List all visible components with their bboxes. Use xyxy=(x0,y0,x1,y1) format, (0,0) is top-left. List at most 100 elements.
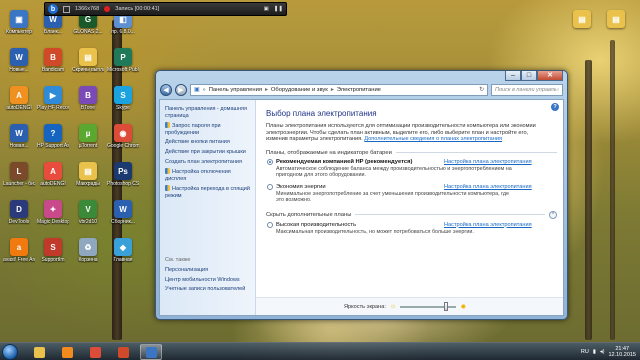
desktop-icon[interactable]: LLauncher - бизнесы xyxy=(3,162,35,200)
sidebar-link-display-off[interactable]: Настройка отключения дисплея xyxy=(165,168,250,182)
breadcrumb-item[interactable]: Панель управления xyxy=(209,87,262,93)
desktop-icon[interactable]: PMicrosoft Publisher xyxy=(107,48,139,86)
sidebar-link-home[interactable]: Панель управления - домашняя страница xyxy=(165,106,250,119)
sidebar-link-lid-close[interactable]: Действие при закрытии крышки xyxy=(165,149,250,156)
desktop-icon[interactable]: S Skype xyxy=(107,86,139,124)
hide-additional-plans-label[interactable]: Скрыть дополнительные планы xyxy=(266,212,351,218)
app-icon: ? xyxy=(44,124,62,142)
desktop-icon[interactable]: D DevTools xyxy=(3,200,35,238)
taskbar-app-bandicam[interactable] xyxy=(112,344,134,360)
desktop-icon[interactable]: aavast! Free Antivirus xyxy=(3,238,35,276)
plan-hp-recommended[interactable]: Рекомендуемая компанией HP (рекомендуетс… xyxy=(266,158,557,178)
record-indicator-icon[interactable] xyxy=(104,6,111,12)
power-plans-info-link[interactable]: Дополнительные сведения о планах электро… xyxy=(364,136,502,142)
close-button[interactable]: ✕ xyxy=(537,71,563,81)
address-bar[interactable]: ▣ » Панель управления ▸ Оборудование и з… xyxy=(190,84,488,96)
hide-additional-plans-header[interactable]: Скрыть дополнительные планы ⌃ xyxy=(266,210,557,219)
search-icon[interactable]: ⌕ xyxy=(556,87,559,94)
plan-power-saver[interactable]: Экономия энергии Настройка плана электро… xyxy=(266,184,557,203)
desktop-icon[interactable]: S SupportIm xyxy=(37,238,69,276)
desktop-icon[interactable]: ▤ Макхрады xyxy=(72,162,104,200)
see-also-personalization[interactable]: Персонализация xyxy=(165,267,251,274)
plan-radio[interactable] xyxy=(267,221,273,228)
desktop-icon-label: avast! Free Antivirus xyxy=(3,257,35,263)
desktop-icon[interactable]: ◆ Главная xyxy=(107,238,139,276)
clock[interactable]: 21:47 12.10.2015 xyxy=(608,346,636,359)
search-input[interactable]: Поиск в панели управления ⌕ xyxy=(491,84,563,96)
plan-description: Максимальная производительность, но може… xyxy=(276,228,474,235)
folder-icon: ▤ xyxy=(607,10,625,28)
desktop-icon[interactable]: Vvbr2d10 xyxy=(72,200,104,238)
control-panel-icon: ▣ xyxy=(194,87,200,93)
desktop-icon[interactable]: ◉ Google Chrome xyxy=(107,124,139,162)
desktop-icon[interactable]: W Новая... xyxy=(3,124,35,162)
breadcrumb-item[interactable]: Оборудование и звук xyxy=(271,87,328,93)
target-window-icon[interactable] xyxy=(63,5,70,13)
recorder-status: Запись [00:00:41] xyxy=(115,6,160,12)
desktop-icon[interactable]: PsPhotoshop CS 6 Ru xyxy=(107,162,139,200)
desktop-icon[interactable]: µ µTorrent xyxy=(72,124,104,162)
see-also-mobility-center[interactable]: Центр мобильности Windows xyxy=(165,277,251,284)
plan-high-performance[interactable]: Высокая производительность Настройка пла… xyxy=(266,221,557,235)
desktop-icon[interactable]: AautoDENGI xyxy=(37,162,69,200)
brightness-slider-thumb[interactable] xyxy=(444,301,449,311)
taskbar-app-media-player[interactable] xyxy=(56,344,78,360)
desktop-icon-label: Новые... xyxy=(9,67,29,73)
desktop-icon[interactable]: W Новые... xyxy=(3,48,35,86)
desktop-icon-label: autoDENGI xyxy=(40,181,66,187)
desktop-icon[interactable]: AautoDENGI xyxy=(3,86,35,124)
sidebar-link-power-button[interactable]: Действие кнопки питания xyxy=(165,139,250,146)
desktop-icon[interactable]: W Сборник... xyxy=(107,200,139,238)
minimize-button[interactable]: – xyxy=(505,71,521,81)
volume-icon[interactable]: ◂) xyxy=(600,349,605,355)
folder-icon: ▤ xyxy=(573,10,591,28)
plan-radio[interactable] xyxy=(267,184,273,191)
desktop-icon[interactable]: B Bandicam xyxy=(37,48,69,86)
network-icon[interactable]: ▮ xyxy=(593,349,596,355)
wallpaper-tree xyxy=(610,40,615,340)
desktop-icon-label: SupportIm xyxy=(41,257,65,263)
sidebar-link-create-plan[interactable]: Создать план электропитания xyxy=(165,159,250,166)
pause-icon[interactable]: ❚❚ xyxy=(274,6,283,12)
desktop-icon-topright[interactable]: ▤ xyxy=(600,10,632,48)
app-icon: L xyxy=(10,162,28,180)
desktop-icon[interactable]: ✦ Magic Desktop xyxy=(37,200,69,238)
desktop-icon[interactable]: ▣ Компьютер xyxy=(3,10,35,48)
start-button[interactable] xyxy=(2,344,18,360)
taskbar-app-chrome[interactable] xyxy=(84,344,106,360)
forward-button[interactable]: ▶ xyxy=(175,84,187,96)
language-indicator[interactable]: RU xyxy=(581,349,589,355)
desktop-icon[interactable]: ?HP Support Assistant xyxy=(37,124,69,162)
desktop-icon-topright[interactable]: ▤ xyxy=(566,10,598,48)
brightness-slider[interactable] xyxy=(400,301,457,311)
plan-settings-link[interactable]: Настройка плана электропитания xyxy=(444,222,532,228)
sidebar-link-wake-password[interactable]: Запрос пароля при пробуждении xyxy=(165,122,250,136)
plan-settings-link[interactable]: Настройка плана электропитания xyxy=(444,184,532,190)
maximize-button[interactable]: □ xyxy=(521,71,537,81)
desktop-icon-label: Play HF Recovery xyxy=(37,105,69,111)
app-icon: W xyxy=(10,48,28,66)
app-icon: ◆ xyxy=(114,238,132,256)
desktop-icon-label: HP Support Assistant xyxy=(37,143,69,149)
app-icon: ✦ xyxy=(44,200,62,218)
plan-radio[interactable] xyxy=(267,158,273,165)
taskbar-app-explorer[interactable] xyxy=(28,344,50,360)
taskbar-app-control-panel[interactable] xyxy=(140,344,162,360)
breadcrumb-item[interactable]: Электропитание xyxy=(337,87,381,93)
bandicam-recorder-bar: b 1366x768 Запись [00:00:41] ▣ ❚❚ xyxy=(44,2,287,16)
power-options-window: – □ ✕ ◀ ▶ ▣ » Панель управления ▸ Оборуд… xyxy=(155,70,568,320)
see-also-user-accounts[interactable]: Учетные записи пользователей xyxy=(165,286,251,293)
battery-plans-header: Планы, отображаемые на индикаторе батаре… xyxy=(266,150,557,156)
back-button[interactable]: ◀ xyxy=(160,84,172,96)
desktop-icon[interactable]: ▶Play HF Recovery xyxy=(37,86,69,124)
camera-icon[interactable]: ▣ xyxy=(264,6,269,12)
sidebar-link-sleep[interactable]: Настройка перехода в спящий режим xyxy=(165,185,250,199)
desktop-icon-label: Скрины выплат xyxy=(72,67,104,73)
plan-settings-link[interactable]: Настройка плана электропитания xyxy=(444,159,532,165)
desktop-icon[interactable]: ▤Скрины выплат xyxy=(72,48,104,86)
desktop-icon[interactable]: B BTone xyxy=(72,86,104,124)
desktop-icon-label: Корзина xyxy=(78,257,98,263)
desktop-icon[interactable]: ♻ Корзина xyxy=(72,238,104,276)
refresh-icon[interactable]: ↻ xyxy=(479,87,484,93)
chevron-up-icon[interactable]: ⌃ xyxy=(549,210,557,219)
